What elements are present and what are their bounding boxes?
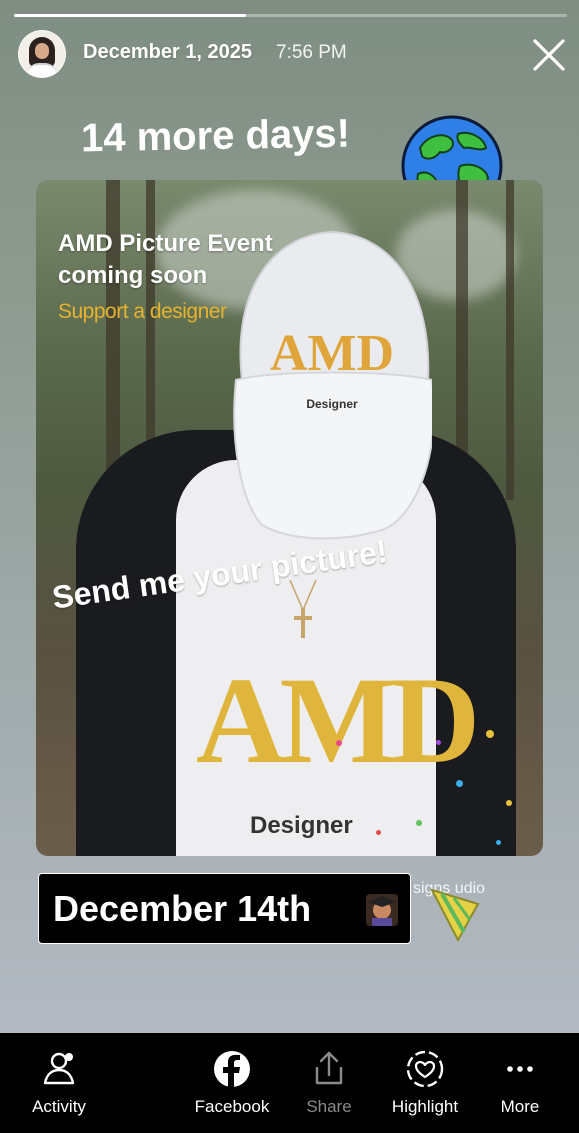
highlight-icon[interactable] xyxy=(405,1049,445,1089)
shirt-logo: AMD xyxy=(196,652,480,789)
countdown-text: 14 more days! xyxy=(80,111,351,161)
avatar[interactable] xyxy=(18,30,66,78)
share-button[interactable]: Share xyxy=(281,1049,377,1117)
story-progress-fill xyxy=(14,14,247,17)
share-label: Share xyxy=(306,1097,352,1116)
close-button[interactable] xyxy=(530,36,568,74)
facebook-button[interactable]: Facebook xyxy=(184,1049,280,1117)
story-time: 7:56 PM xyxy=(276,42,347,63)
story-photo: AMD Designer AMD Designer AMD Picture Ev… xyxy=(36,180,543,856)
cap-text: Designer xyxy=(306,397,358,411)
graduate-emoji-icon xyxy=(366,894,398,926)
facebook-label: Facebook xyxy=(194,1097,270,1116)
close-icon[interactable] xyxy=(530,36,568,74)
support-text: Support a designer xyxy=(58,300,227,323)
date-sticker: December 14th xyxy=(38,873,411,944)
story-viewer[interactable]: December 1, 2025 7:56 PM 14 more days! A… xyxy=(0,0,579,1033)
cap-logo: AMD xyxy=(270,325,394,382)
shirt-designer-text: Designer xyxy=(250,812,353,839)
facebook-icon[interactable] xyxy=(212,1049,252,1089)
activity-button[interactable]: Activity xyxy=(11,1049,107,1117)
highlight-button[interactable]: Highlight xyxy=(377,1049,473,1117)
activity-icon[interactable] xyxy=(39,1049,79,1089)
event-title: AMD Picture Event coming soon xyxy=(58,230,273,289)
more-icon[interactable] xyxy=(500,1049,540,1089)
story-date: December 1, 2025 xyxy=(83,41,253,63)
party-horn-icon xyxy=(430,888,480,943)
story-progress-bar xyxy=(14,14,567,17)
activity-label: Activity xyxy=(32,1097,86,1116)
more-label: More xyxy=(500,1097,540,1116)
cross-necklace-icon xyxy=(289,580,317,638)
share-icon[interactable] xyxy=(309,1049,349,1089)
highlight-label: Highlight xyxy=(391,1097,459,1116)
date-sticker-text: December 14th xyxy=(53,888,312,929)
story-action-bar: Activity Facebook Share Highlight More xyxy=(0,1033,579,1133)
more-button[interactable]: More xyxy=(472,1049,568,1117)
